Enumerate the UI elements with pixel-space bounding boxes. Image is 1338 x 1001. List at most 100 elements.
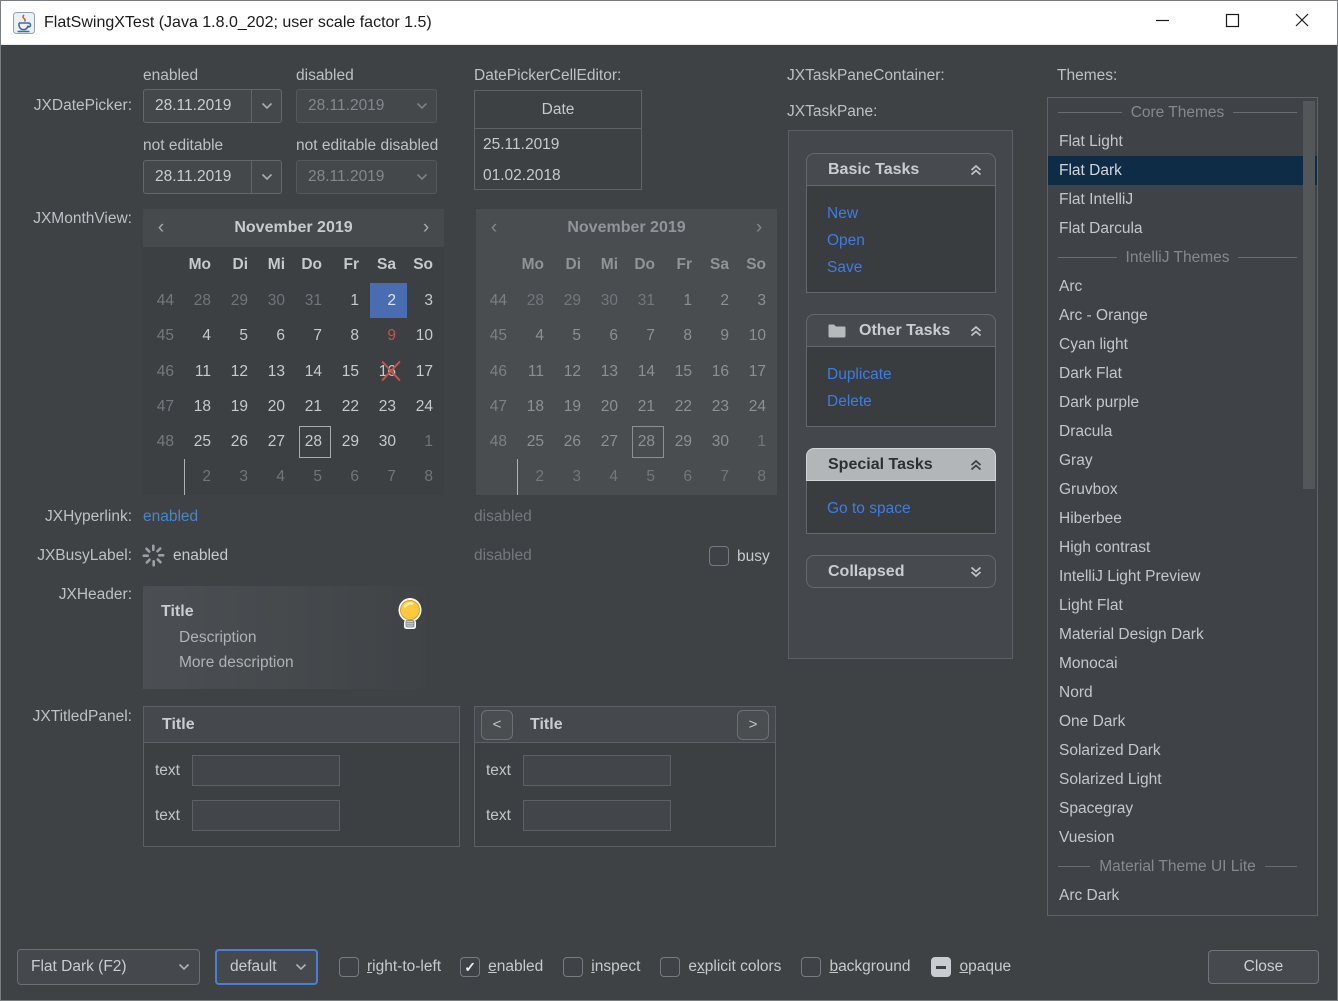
day-cell[interactable]: 16 bbox=[370, 354, 407, 389]
taskpane-header[interactable]: Other Tasks bbox=[806, 314, 996, 347]
day-cell[interactable]: 13 bbox=[259, 354, 296, 389]
theme-item[interactable]: Dark purple bbox=[1048, 388, 1317, 417]
day-cell[interactable]: 2 bbox=[185, 459, 222, 494]
theme-item[interactable]: Cyan light bbox=[1048, 330, 1317, 359]
theme-item[interactable]: Gruvbox bbox=[1048, 475, 1317, 504]
task-link[interactable]: Delete bbox=[827, 388, 995, 415]
chevron-down-icon[interactable] bbox=[251, 161, 281, 193]
theme-item[interactable]: High contrast bbox=[1048, 533, 1317, 562]
day-cell[interactable]: 6 bbox=[333, 459, 370, 494]
minimize-button[interactable] bbox=[1127, 1, 1197, 44]
theme-item[interactable]: IntelliJ Light Preview bbox=[1048, 562, 1317, 591]
day-cell[interactable]: 23 bbox=[370, 389, 407, 424]
day-cell[interactable]: 22 bbox=[333, 389, 370, 424]
task-link[interactable]: Duplicate bbox=[827, 361, 995, 388]
theme-item[interactable]: Arc Dark bbox=[1048, 881, 1317, 910]
datepicker-value[interactable]: 28.11.2019 bbox=[144, 90, 251, 122]
theme-item[interactable]: Flat IntelliJ bbox=[1048, 185, 1317, 214]
theme-item[interactable]: Vuesion bbox=[1048, 823, 1317, 852]
day-cell[interactable]: 9 bbox=[370, 318, 407, 353]
theme-item[interactable]: Arc Dark Contrast bbox=[1048, 910, 1317, 916]
theme-item[interactable]: Flat Dark bbox=[1048, 156, 1317, 185]
theme-item[interactable]: Material Design Dark bbox=[1048, 620, 1317, 649]
maximize-button[interactable] bbox=[1197, 1, 1267, 44]
task-link[interactable]: Go to space bbox=[827, 495, 995, 522]
theme-item[interactable]: Hiberbee bbox=[1048, 504, 1317, 533]
day-cell[interactable]: 30 bbox=[370, 424, 407, 459]
checkbox-box[interactable] bbox=[339, 957, 359, 977]
day-cell[interactable]: 11 bbox=[185, 354, 222, 389]
monthview-enabled[interactable]: ‹November 2019›MoDiMiDoFrSaSo44282930311… bbox=[143, 209, 444, 495]
day-cell[interactable]: 18 bbox=[185, 389, 222, 424]
day-cell[interactable]: 30 bbox=[259, 283, 296, 318]
theme-item[interactable]: Light Flat bbox=[1048, 591, 1317, 620]
checkbox-box[interactable]: ✓ bbox=[460, 957, 480, 977]
checkbox-inspect[interactable]: inspect bbox=[563, 957, 640, 977]
day-cell[interactable]: 7 bbox=[296, 318, 333, 353]
datepicker-value[interactable]: 28.11.2019 bbox=[144, 161, 251, 193]
day-cell[interactable]: 28 bbox=[185, 283, 222, 318]
day-cell[interactable]: 21 bbox=[296, 389, 333, 424]
taskpane-header[interactable]: Collapsed bbox=[806, 555, 996, 588]
day-cell[interactable]: 15 bbox=[333, 354, 370, 389]
checkbox-box[interactable] bbox=[563, 957, 583, 977]
checkbox-explicit-colors[interactable]: explicit colors bbox=[660, 957, 781, 977]
day-cell[interactable]: 12 bbox=[222, 354, 259, 389]
datepicker-enabled[interactable]: 28.11.2019 bbox=[143, 89, 282, 123]
day-cell[interactable]: 2 bbox=[370, 283, 407, 318]
taskpane-header[interactable]: Basic Tasks bbox=[806, 153, 996, 186]
chevron-double-up-icon[interactable] bbox=[969, 163, 983, 177]
theme-item[interactable]: Dracula bbox=[1048, 417, 1317, 446]
theme-item[interactable]: Flat Light bbox=[1048, 127, 1317, 156]
text-input[interactable] bbox=[523, 755, 671, 786]
day-cell[interactable]: 5 bbox=[296, 459, 333, 494]
checkbox-box[interactable] bbox=[931, 957, 951, 977]
day-cell[interactable]: 5 bbox=[222, 318, 259, 353]
theme-item[interactable]: Dark Flat bbox=[1048, 359, 1317, 388]
day-cell[interactable]: 4 bbox=[185, 318, 222, 353]
theme-item[interactable]: Spacegray bbox=[1048, 794, 1317, 823]
day-cell[interactable]: 24 bbox=[407, 389, 444, 424]
checkbox-busy[interactable] bbox=[709, 546, 729, 566]
day-cell[interactable]: 29 bbox=[222, 283, 259, 318]
taskpane-header[interactable]: Special Tasks bbox=[806, 448, 996, 481]
day-cell[interactable]: 26 bbox=[222, 424, 259, 459]
day-cell[interactable]: 28 bbox=[296, 424, 333, 459]
theme-item[interactable]: Monocai bbox=[1048, 649, 1317, 678]
theme-item[interactable]: One Dark bbox=[1048, 707, 1317, 736]
prev-month-icon[interactable]: ‹ bbox=[143, 217, 179, 239]
day-cell[interactable]: 31 bbox=[296, 283, 333, 318]
theme-item[interactable]: Arc - Orange bbox=[1048, 301, 1317, 330]
table-header-date[interactable]: Date bbox=[475, 91, 641, 129]
day-cell[interactable]: 6 bbox=[259, 318, 296, 353]
theme-item[interactable]: Arc bbox=[1048, 272, 1317, 301]
chevron-double-up-icon[interactable] bbox=[969, 324, 983, 338]
day-cell[interactable]: 25 bbox=[185, 424, 222, 459]
variant-combobox[interactable]: default bbox=[215, 949, 318, 985]
next-button[interactable]: > bbox=[737, 710, 769, 740]
day-cell[interactable]: 4 bbox=[259, 459, 296, 494]
day-cell[interactable]: 14 bbox=[296, 354, 333, 389]
close-window-button[interactable] bbox=[1267, 1, 1337, 44]
chevron-double-down-icon[interactable] bbox=[969, 565, 983, 579]
task-link[interactable]: New bbox=[827, 200, 995, 227]
checkbox-opaque[interactable]: opaque bbox=[931, 957, 1011, 977]
day-cell[interactable]: 29 bbox=[333, 424, 370, 459]
theme-item[interactable]: Solarized Light bbox=[1048, 765, 1317, 794]
table-row[interactable]: 01.02.2018 bbox=[475, 160, 641, 191]
day-cell[interactable]: 19 bbox=[222, 389, 259, 424]
theme-item[interactable]: Solarized Dark bbox=[1048, 736, 1317, 765]
day-cell[interactable]: 7 bbox=[370, 459, 407, 494]
prev-button[interactable]: < bbox=[481, 710, 513, 740]
day-cell[interactable]: 8 bbox=[407, 459, 444, 494]
task-link[interactable]: Open bbox=[827, 227, 995, 254]
theme-item[interactable]: Gray bbox=[1048, 446, 1317, 475]
day-cell[interactable]: 3 bbox=[222, 459, 259, 494]
theme-item[interactable]: Nord bbox=[1048, 678, 1317, 707]
theme-combobox[interactable]: Flat Dark (F2) bbox=[17, 949, 200, 985]
day-cell[interactable]: 8 bbox=[333, 318, 370, 353]
checkbox-right-to-left[interactable]: right-to-left bbox=[339, 957, 441, 977]
text-input[interactable] bbox=[192, 755, 340, 786]
day-cell[interactable]: 17 bbox=[407, 354, 444, 389]
day-cell[interactable]: 20 bbox=[259, 389, 296, 424]
